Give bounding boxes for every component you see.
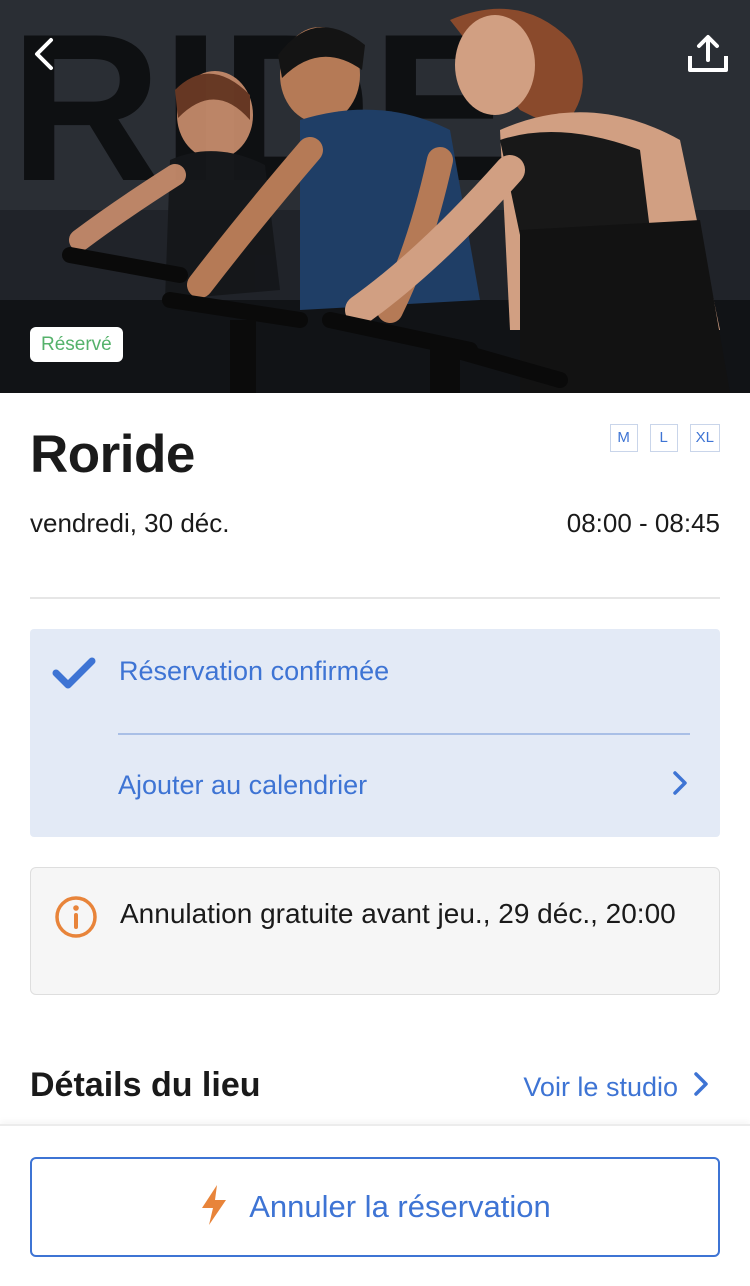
bike-size-list: M L XL: [609, 424, 720, 452]
cancellation-info-panel: Annulation gratuite avant jeu., 29 déc.,…: [30, 867, 720, 995]
confirmation-status: Réservation confirmée: [119, 656, 390, 686]
chevron-left-icon: [31, 36, 57, 77]
cancellation-info-text: Annulation gratuite avant jeu., 29 déc.,…: [120, 898, 676, 929]
info-circle-icon: [53, 894, 99, 945]
venue-details-heading: Détails du lieu: [30, 1066, 261, 1104]
class-date: vendredi, 30 déc.: [30, 508, 230, 538]
class-title: Roride: [30, 425, 195, 484]
confirmation-panel: Réservation confirmée Ajouter au calendr…: [30, 629, 720, 837]
share-upload-icon: [686, 32, 730, 81]
checkmark-icon: [52, 655, 96, 696]
size-chip: XL: [689, 424, 720, 452]
cancel-reservation-label: Annuler la réservation: [249, 1189, 551, 1224]
lightning-bolt-icon: [199, 1184, 229, 1231]
view-studio-link[interactable]: Voir le studio: [523, 1070, 710, 1105]
back-button[interactable]: [20, 30, 68, 82]
size-chip: L: [649, 424, 678, 452]
share-button[interactable]: [682, 30, 734, 82]
reserved-badge: Réservé: [30, 327, 123, 362]
view-studio-label: Voir le studio: [523, 1072, 678, 1102]
chevron-right-icon: [670, 768, 690, 803]
class-hero-image: RIDE Réservé: [0, 0, 750, 393]
add-to-calendar-label: Ajouter au calendrier: [118, 769, 368, 800]
add-to-calendar-link[interactable]: Ajouter au calendrier: [118, 735, 690, 835]
divider: [30, 597, 720, 599]
cancel-reservation-button[interactable]: Annuler la réservation: [30, 1157, 720, 1257]
bottom-action-bar: Annuler la réservation: [0, 1124, 750, 1286]
chevron-right-icon: [692, 1070, 710, 1105]
class-time: 08:00 - 08:45: [566, 508, 720, 538]
size-chip: M: [609, 424, 638, 452]
